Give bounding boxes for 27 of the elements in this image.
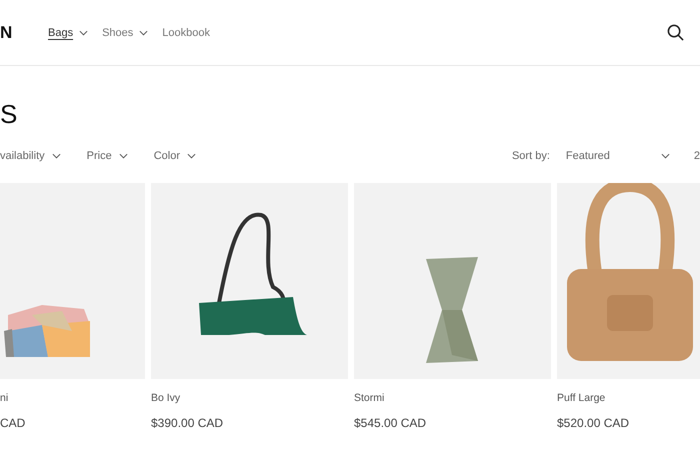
caret-icon: [660, 153, 670, 159]
product-name[interactable]: Bo Ivy: [151, 392, 348, 404]
product-name[interactable]: ni: [0, 392, 145, 404]
product-image[interactable]: [354, 183, 551, 379]
nav-link[interactable]: Lookbook: [162, 26, 210, 38]
caret-icon: [118, 153, 128, 159]
nav-link[interactable]: Bags: [48, 26, 88, 38]
caret-icon: [52, 153, 61, 159]
filter-dropdown[interactable]: Price: [86, 150, 128, 162]
filter-dropdown[interactable]: vailability: [0, 150, 61, 162]
filter-dropdown[interactable]: Color: [154, 150, 196, 162]
product-price: CAD: [0, 416, 26, 430]
product-image[interactable]: [557, 183, 700, 379]
sort-dropdown[interactable]: Featured: [566, 150, 670, 162]
search-icon[interactable]: [667, 24, 684, 41]
product-price: $390.00 CAD: [151, 416, 224, 430]
product-name[interactable]: Puff Large: [557, 392, 700, 404]
product-count: 2: [694, 150, 700, 162]
logo[interactable]: N: [0, 22, 48, 42]
caret-icon: [187, 153, 196, 159]
nav-link[interactable]: Shoes: [102, 26, 148, 38]
product-image[interactable]: [151, 183, 348, 379]
product-name[interactable]: Stormi: [354, 392, 551, 404]
product-price: $520.00 CAD: [557, 416, 630, 430]
product-price: $545.00 CAD: [354, 416, 428, 430]
sort-label: Sort by:: [512, 150, 550, 162]
page-title: S: [0, 98, 18, 131]
